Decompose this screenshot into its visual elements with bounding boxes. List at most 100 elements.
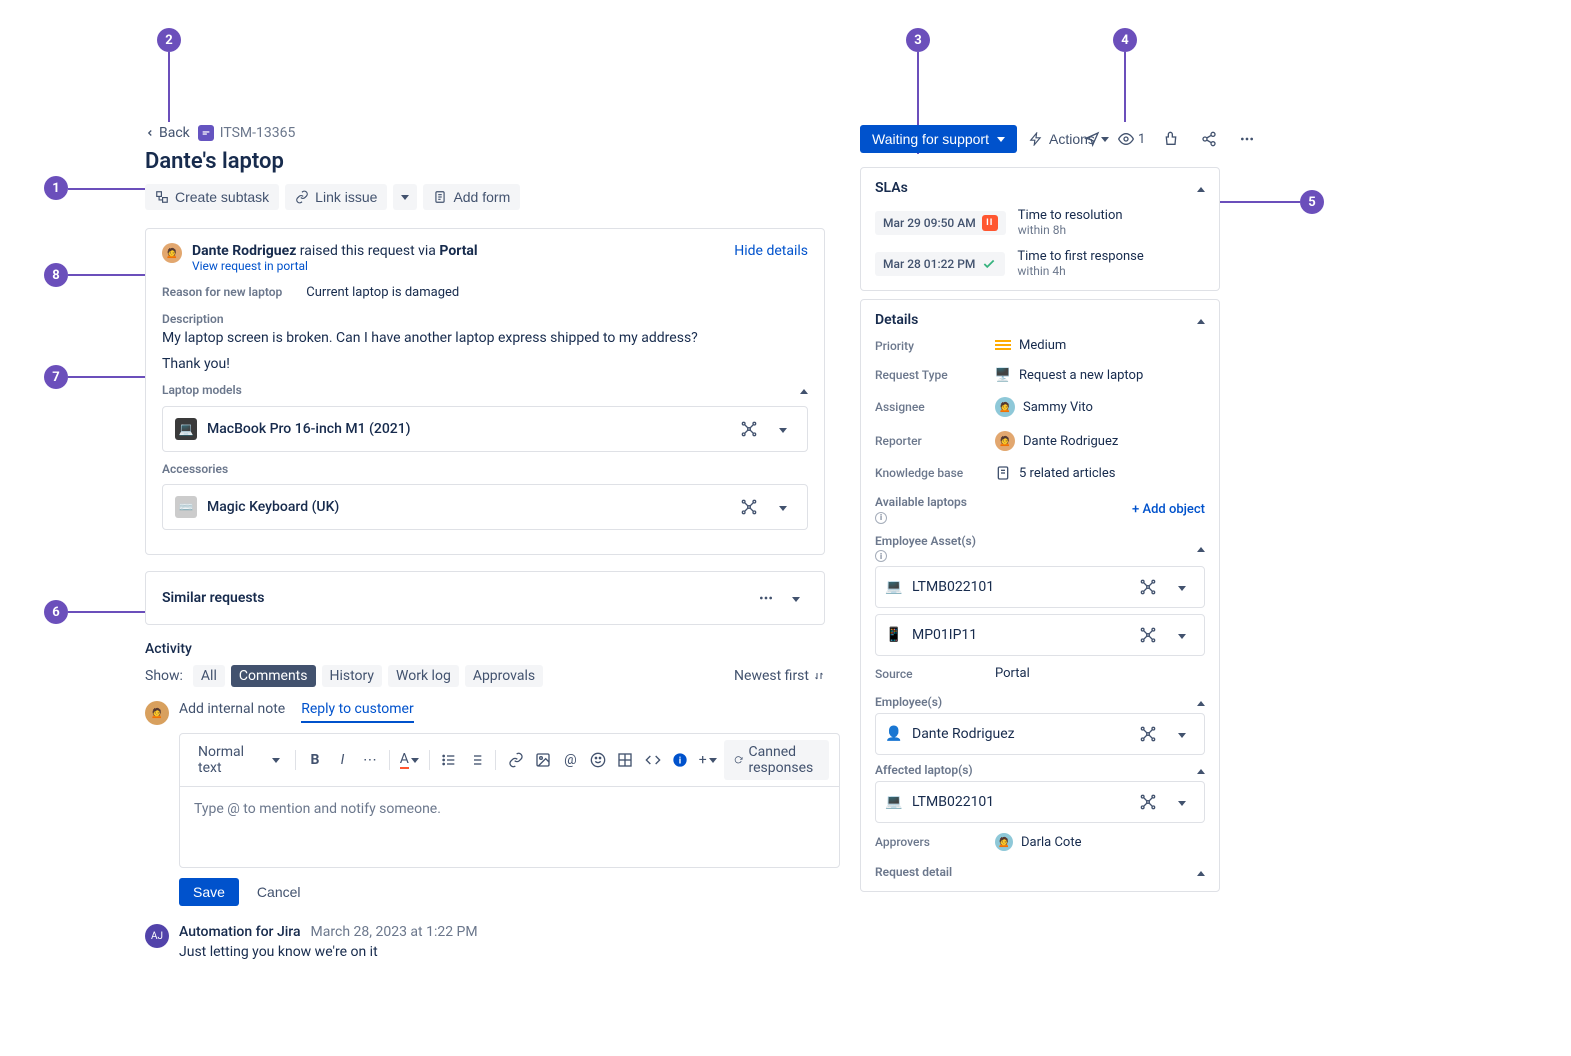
callout-line: [68, 188, 148, 190]
laptop-icon: 💻: [175, 418, 197, 440]
info-icon[interactable]: i: [875, 512, 887, 524]
save-button[interactable]: Save: [179, 878, 239, 906]
chevron-up-icon: [1197, 180, 1205, 196]
employee-card[interactable]: 👤Dante Rodriguez: [875, 713, 1205, 755]
more-icon[interactable]: [754, 586, 778, 610]
asset-graph-icon[interactable]: [737, 417, 761, 441]
laptop-model-name: MacBook Pro 16-inch M1 (2021): [207, 421, 411, 437]
accessory-card[interactable]: ⌨️ Magic Keyboard (UK): [162, 484, 808, 530]
expand-icon[interactable]: [1170, 623, 1194, 647]
callout-line: [68, 611, 145, 613]
comment-editor[interactable]: Normal text B I ⋯ A: [179, 733, 840, 868]
asset-card[interactable]: 📱MP01IP11: [875, 614, 1205, 656]
asset-graph-icon[interactable]: [1136, 575, 1160, 599]
tab-comments[interactable]: Comments: [231, 665, 316, 687]
reason-label: Reason for new laptop: [162, 285, 282, 300]
comment-avatar: AJ: [145, 924, 169, 948]
asset-graph-icon[interactable]: [737, 495, 761, 519]
chevron-up-icon[interactable]: [1197, 865, 1205, 879]
tab-history[interactable]: History: [322, 665, 383, 687]
priority-icon: [995, 340, 1011, 352]
approvers-value[interactable]: 🙍 Darla Cote: [995, 833, 1082, 851]
canned-responses-button[interactable]: Canned responses: [724, 740, 829, 780]
callout-5: 5: [1300, 190, 1324, 214]
description-label: Description: [162, 312, 808, 326]
bold-button[interactable]: B: [303, 747, 327, 773]
actions-button[interactable]: Actions: [1029, 131, 1109, 147]
tab-approvals[interactable]: Approvals: [465, 665, 543, 687]
create-subtask-button[interactable]: Create subtask: [145, 184, 279, 210]
asset-graph-icon[interactable]: [1136, 790, 1160, 814]
svg-text:i: i: [679, 755, 681, 766]
accessories-header[interactable]: Accessories: [162, 462, 808, 476]
more-icon[interactable]: [1235, 127, 1259, 151]
request-type-value[interactable]: 🖥️ Request a new laptop: [995, 367, 1143, 383]
affected-laptops-label: Affected laptop(s): [875, 763, 973, 777]
italic-button[interactable]: I: [330, 747, 354, 773]
cancel-button[interactable]: Cancel: [247, 878, 311, 906]
callout-1: 1: [44, 176, 68, 200]
asset-card[interactable]: 💻LTMB022101: [875, 566, 1205, 608]
sort-button[interactable]: Newest first: [734, 668, 825, 684]
laptop-model-card[interactable]: 💻 MacBook Pro 16-inch M1 (2021): [162, 406, 808, 452]
reporter-value[interactable]: 🙍 Dante Rodriguez: [995, 431, 1118, 451]
expand-icon[interactable]: [1170, 575, 1194, 599]
link-issue-more-button[interactable]: [393, 184, 417, 210]
tab-work-log[interactable]: Work log: [388, 665, 459, 687]
mention-button[interactable]: @: [558, 747, 582, 773]
expand-icon[interactable]: [1170, 790, 1194, 814]
slas-header[interactable]: SLAs: [875, 180, 1205, 196]
assignee-label: Assignee: [875, 400, 995, 414]
assignee-value[interactable]: 🙍 Sammy Vito: [995, 397, 1093, 417]
more-formatting-button[interactable]: ⋯: [358, 747, 382, 773]
details-header[interactable]: Details: [875, 312, 1205, 328]
affected-laptop-card[interactable]: 💻LTMB022101: [875, 781, 1205, 823]
table-button[interactable]: [613, 747, 637, 773]
add-internal-note-tab[interactable]: Add internal note: [179, 701, 285, 723]
image-button[interactable]: [531, 747, 555, 773]
editor-placeholder[interactable]: Type @ to mention and notify someone.: [180, 787, 839, 867]
add-object-link[interactable]: + Add object: [1132, 502, 1205, 517]
callout-line: [1220, 201, 1300, 203]
add-form-button[interactable]: Add form: [423, 184, 520, 210]
insert-more-button[interactable]: +: [696, 747, 720, 773]
expand-icon[interactable]: [771, 495, 795, 519]
sla-pause-icon: II: [982, 215, 998, 231]
numbered-list-button[interactable]: [464, 747, 488, 773]
view-in-portal-link[interactable]: View request in portal: [192, 259, 478, 273]
expand-icon[interactable]: [1170, 722, 1194, 746]
asset-graph-icon[interactable]: [1136, 722, 1160, 746]
text-color-button[interactable]: A: [397, 747, 421, 773]
link-button[interactable]: [503, 747, 527, 773]
kb-icon: [995, 465, 1011, 481]
link-issue-button[interactable]: Link issue: [285, 184, 387, 210]
knowledge-base-value[interactable]: 5 related articles: [995, 465, 1115, 481]
laptop-models-header[interactable]: Laptop models: [162, 382, 808, 398]
status-button[interactable]: Waiting for support: [860, 125, 1017, 153]
info-icon[interactable]: i: [875, 550, 887, 562]
chevron-up-icon[interactable]: [1197, 695, 1205, 709]
bullet-list-button[interactable]: [436, 747, 460, 773]
employees-label: Employee(s): [875, 695, 942, 709]
reply-to-customer-tab[interactable]: Reply to customer: [301, 701, 413, 723]
callout-line: [1124, 52, 1126, 122]
text-style-select[interactable]: Normal text: [190, 741, 288, 779]
chevron-down-icon[interactable]: [784, 586, 808, 610]
description-line2: Thank you!: [162, 356, 808, 372]
expand-icon[interactable]: [771, 417, 795, 441]
issue-key[interactable]: ITSM-13365: [198, 125, 296, 141]
info-button[interactable]: i: [668, 747, 692, 773]
asset-graph-icon[interactable]: [1136, 623, 1160, 647]
hide-details-link[interactable]: Hide details: [734, 243, 808, 259]
issue-type-icon: [198, 125, 214, 141]
request-detail-label: Request detail: [875, 865, 952, 879]
tab-all[interactable]: All: [193, 665, 225, 687]
requester-text: Dante Rodriguez raised this request via …: [192, 243, 478, 259]
emoji-button[interactable]: [586, 747, 610, 773]
chevron-up-icon[interactable]: [1197, 541, 1205, 555]
current-user-avatar: 🙍: [145, 701, 169, 725]
priority-value[interactable]: Medium: [995, 338, 1066, 353]
chevron-up-icon[interactable]: [1197, 763, 1205, 777]
back-link[interactable]: Back: [145, 125, 190, 141]
code-button[interactable]: [641, 747, 665, 773]
